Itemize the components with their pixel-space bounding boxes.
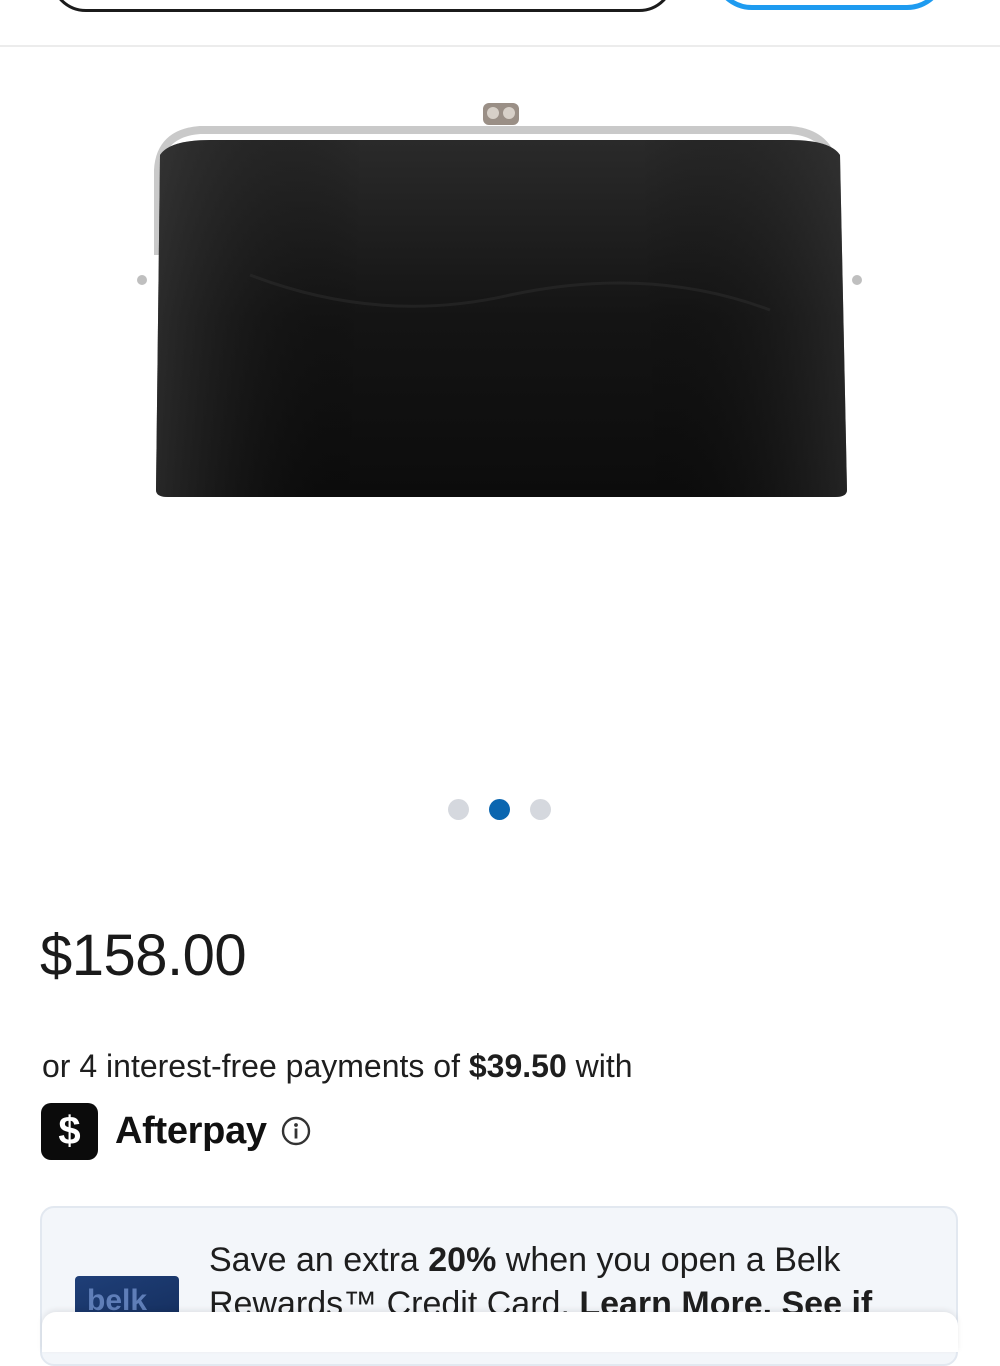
carousel-dot[interactable] [530,799,551,820]
installment-text: or 4 interest-free payments of $39.50 wi… [42,1048,633,1085]
header-action-button[interactable] [712,0,947,10]
search-input[interactable] [50,0,675,12]
afterpay-row: $ Afterpay [41,1102,311,1160]
promo-text-1: Save an extra [209,1241,429,1279]
afterpay-label: Afterpay [115,1109,267,1152]
carousel-indicators [448,799,551,821]
installment-prefix: or 4 interest-free payments of [42,1048,469,1084]
info-icon[interactable] [281,1116,311,1146]
product-price: $158.00 [40,923,247,988]
carousel-dot[interactable] [448,799,469,820]
promo-percent: 20% [428,1241,497,1279]
product-image[interactable] [130,95,870,505]
top-bar [0,0,1000,47]
bottom-sheet[interactable] [42,1312,958,1352]
installment-suffix: with [566,1048,633,1084]
afterpay-logo-icon: $ [41,1102,98,1160]
carousel-dot-active[interactable] [489,799,510,820]
installment-amount: $39.50 [468,1048,567,1084]
